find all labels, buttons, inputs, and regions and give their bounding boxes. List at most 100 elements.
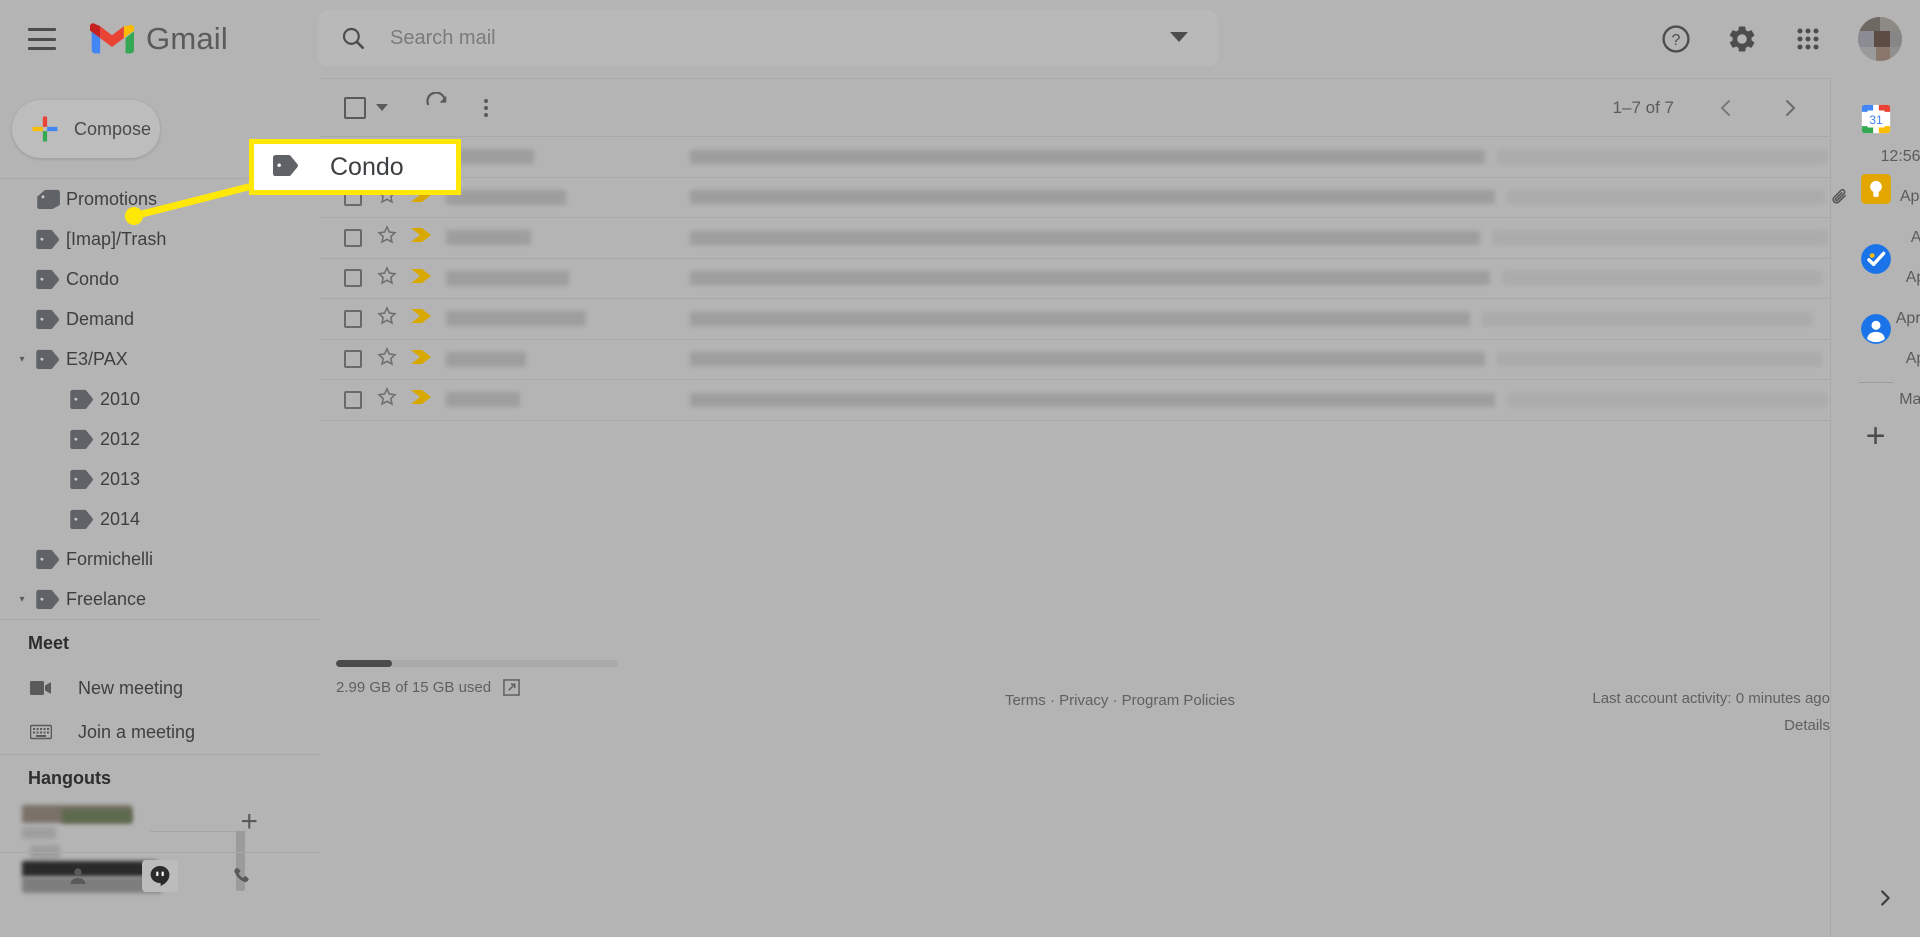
important-marker-icon[interactable]: [410, 227, 432, 248]
table-row[interactable]: Apr 13: [320, 178, 1920, 218]
sidebar-item-new-meeting[interactable]: New meeting: [0, 666, 320, 710]
sidebar-item-label: Freelance: [66, 588, 147, 609]
footer-links: Terms · Privacy · Program Policies: [760, 692, 1480, 709]
header-actions: ?: [1660, 0, 1902, 78]
label-icon: [32, 269, 66, 289]
label-icon: [272, 154, 304, 181]
row-checkbox[interactable]: [344, 309, 362, 328]
important-marker-icon[interactable]: [410, 308, 432, 329]
account-activity: Last account activity: 0 minutes ago Det…: [1592, 690, 1830, 734]
sidebar-item-label: Condo: [66, 268, 120, 289]
subject-text: [690, 352, 1822, 367]
sender-text: [446, 392, 666, 408]
keep-icon[interactable]: [1859, 172, 1893, 206]
sidebar-item-2010[interactable]: 2010: [0, 379, 320, 419]
sidebar-item-e3-pax[interactable]: ▾ E3/PAX: [0, 339, 320, 379]
apps-grid-icon[interactable]: [1792, 23, 1824, 55]
star-icon[interactable]: [376, 265, 398, 292]
search-bar[interactable]: [318, 10, 1218, 66]
search-options-chevron-down-icon[interactable]: [1170, 32, 1188, 42]
label-icon: [32, 589, 66, 609]
side-panel-add-plus-icon[interactable]: +: [1866, 419, 1886, 453]
calendar-icon[interactable]: 31: [1859, 102, 1893, 136]
sidebar-item-label: 2010: [100, 388, 141, 409]
footer: 2.99 GB of 15 GB used Terms · Privacy · …: [320, 660, 1920, 734]
important-marker-icon[interactable]: [410, 268, 432, 289]
gmail-wordmark: Gmail: [146, 21, 228, 56]
chevron-left-icon[interactable]: [1714, 96, 1738, 120]
hangouts-tab-contacts[interactable]: [60, 860, 96, 892]
table-row[interactable]: Mar 28: [320, 380, 1920, 421]
sender-text: [446, 189, 666, 205]
star-icon[interactable]: [376, 346, 398, 373]
side-panel-divider: [1858, 382, 1893, 383]
table-row[interactable]: Apr 5: [320, 299, 1920, 340]
new-meeting-label: New meeting: [78, 677, 184, 698]
table-row[interactable]: Apr 6: [320, 259, 1920, 299]
table-row[interactable]: Apr 7: [320, 218, 1920, 259]
sidebar-item-formichelli[interactable]: Formichelli: [0, 539, 320, 579]
side-panel: 31 +: [1830, 78, 1920, 937]
sidebar-item-join-meeting[interactable]: Join a meeting: [0, 710, 320, 754]
refresh-icon[interactable]: [424, 91, 450, 123]
important-marker-icon[interactable]: [410, 349, 432, 370]
terms-link[interactable]: Terms: [1005, 692, 1046, 709]
subject-text: [690, 190, 1825, 205]
row-checkbox[interactable]: [344, 228, 362, 247]
label-icon: [32, 349, 66, 369]
pagination: 1–7 of 7: [1613, 79, 1802, 137]
sidebar-item-2013[interactable]: 2013: [0, 459, 320, 499]
star-icon[interactable]: [376, 386, 398, 413]
activity-details-link[interactable]: Details: [1592, 717, 1830, 734]
hangouts-tab-chat[interactable]: [142, 859, 178, 892]
search-icon: [342, 27, 365, 50]
contacts-icon[interactable]: [1859, 312, 1893, 346]
select-all-checkbox-icon[interactable]: [344, 96, 366, 119]
label-icon: [32, 549, 66, 569]
compose-button[interactable]: Compose: [12, 100, 160, 158]
subject-text: [690, 392, 1827, 407]
hangouts-tab-phone[interactable]: [224, 860, 260, 892]
privacy-link[interactable]: Privacy: [1059, 692, 1108, 709]
footer-separator-1: ·: [1049, 692, 1055, 709]
sidebar-item-label: 2013: [100, 468, 141, 489]
gmail-logo[interactable]: Gmail: [90, 21, 228, 57]
more-vertical-icon[interactable]: [484, 98, 488, 117]
external-link-icon[interactable]: [503, 679, 520, 696]
sidebar-item-freelance[interactable]: ▾ Freelance: [0, 579, 320, 619]
program-policies-link[interactable]: Program Policies: [1122, 692, 1235, 709]
sidebar-label-list: Promotions [Imap]/Trash Condo Demand ▾ E3/PAX…: [0, 179, 320, 619]
sender-text: [446, 149, 666, 165]
list-toolbar: 1–7 of 7: [320, 78, 1830, 136]
tasks-icon[interactable]: [1859, 242, 1893, 276]
row-checkbox[interactable]: [344, 390, 362, 409]
sidebar-item-2014[interactable]: 2014: [0, 499, 320, 539]
sidebar-item-2012[interactable]: 2012: [0, 419, 320, 459]
star-icon[interactable]: [376, 305, 398, 332]
help-icon[interactable]: ?: [1660, 23, 1692, 55]
sender-text: [446, 311, 666, 327]
select-all-chevron-down-icon[interactable]: [376, 104, 388, 111]
gear-icon[interactable]: [1726, 23, 1758, 55]
side-panel-expand-chevron-right-icon[interactable]: [1874, 887, 1896, 909]
collapse-chevron-icon[interactable]: ▾: [12, 354, 32, 365]
hamburger-menu-icon[interactable]: [28, 28, 56, 50]
table-row[interactable]: Apr 5: [320, 340, 1920, 380]
label-icon: [32, 309, 66, 329]
sidebar-item-demand[interactable]: Demand: [0, 299, 320, 339]
star-icon[interactable]: [376, 224, 398, 251]
subject-text: [690, 149, 1827, 164]
sidebar-item-condo[interactable]: Condo: [0, 259, 320, 299]
search-input[interactable]: [388, 25, 1088, 51]
email-rows: 12:56 PMApr 13Apr 7Apr 6Apr 5Apr 5Mar 28: [320, 136, 1920, 421]
sidebar-item-imap-trash[interactable]: [Imap]/Trash: [0, 219, 320, 259]
row-checkbox[interactable]: [344, 350, 362, 369]
email-list-pane: 1–7 of 7 12:56 PMApr 13Apr 7Apr 6Apr 5Ap…: [320, 78, 1920, 878]
row-checkbox[interactable]: [344, 269, 362, 288]
table-row[interactable]: 12:56 PM: [320, 137, 1920, 178]
avatar[interactable]: [1858, 17, 1902, 61]
collapse-chevron-icon[interactable]: ▾: [12, 594, 32, 605]
chevron-right-icon[interactable]: [1778, 96, 1802, 120]
phone-icon: [234, 867, 249, 882]
important-marker-icon[interactable]: [410, 389, 432, 410]
